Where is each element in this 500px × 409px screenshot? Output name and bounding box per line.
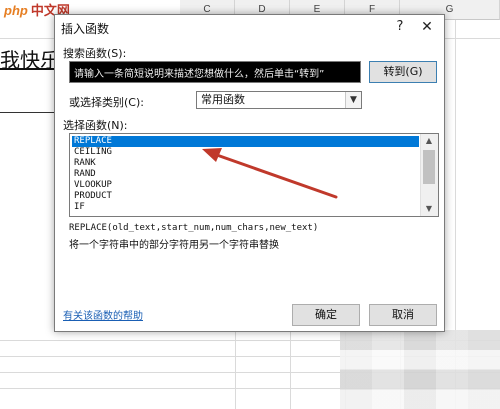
function-list[interactable]: REPLACE CEILING RANK RAND VLOOKUP PRODUC…: [69, 133, 439, 217]
list-item[interactable]: VLOOKUP: [72, 180, 419, 191]
search-input[interactable]: 请输入一条简短说明来描述您想做什么，然后单击“转到”: [69, 61, 361, 83]
list-item[interactable]: CEILING: [72, 147, 419, 158]
cancel-button[interactable]: 取消: [369, 304, 437, 326]
function-syntax: REPLACE(old_text,start_num,num_chars,new…: [69, 223, 319, 233]
list-item[interactable]: RANK: [72, 158, 419, 169]
list-item[interactable]: IF: [72, 202, 419, 213]
close-icon[interactable]: ✕: [417, 18, 437, 36]
function-help-link[interactable]: 有关该函数的帮助: [63, 307, 143, 322]
list-item[interactable]: REPLACE: [72, 136, 419, 147]
chevron-down-icon[interactable]: ▼: [345, 92, 361, 108]
chevron-down-icon[interactable]: ▼: [421, 202, 437, 216]
go-button[interactable]: 转到(G): [369, 61, 437, 83]
category-label: 或选择类别(C):: [69, 96, 144, 109]
function-list-label: 选择函数(N):: [63, 119, 128, 132]
category-value: 常用函数: [201, 93, 245, 106]
blurred-region: [340, 330, 500, 409]
logo-php-text: php: [4, 3, 28, 18]
list-item[interactable]: RAND: [72, 169, 419, 180]
dialog-title: 插入函数: [61, 22, 110, 36]
function-description: 将一个字符串中的部分字符用另一个字符串替换: [69, 240, 279, 251]
chevron-up-icon[interactable]: ▲: [421, 134, 437, 148]
ok-button[interactable]: 确定: [292, 304, 360, 326]
cell-text[interactable]: 我快乐: [0, 44, 60, 73]
help-icon[interactable]: ?: [391, 18, 409, 36]
scroll-thumb[interactable]: [423, 150, 435, 184]
dialog-titlebar[interactable]: 插入函数 ? ✕: [55, 15, 444, 39]
insert-function-dialog: 插入函数 ? ✕ 搜索函数(S): 请输入一条简短说明来描述您想做什么，然后单击…: [54, 14, 445, 332]
list-scrollbar[interactable]: ▲ ▼: [420, 134, 438, 216]
search-label: 搜索函数(S):: [63, 47, 127, 60]
list-item[interactable]: PRODUCT: [72, 191, 419, 202]
category-select[interactable]: 常用函数 ▼: [196, 91, 362, 109]
cell-border: [0, 112, 56, 113]
